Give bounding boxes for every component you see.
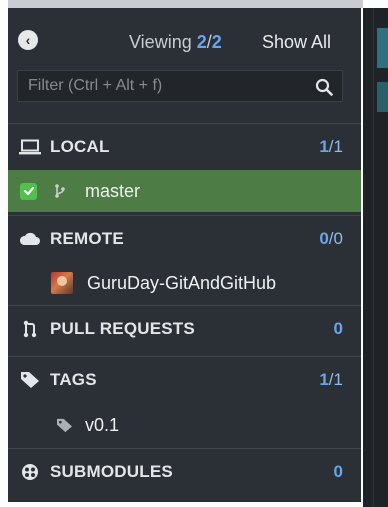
section-title: PULL REQUESTS — [50, 319, 195, 338]
chevron-left-icon: ‹ — [25, 32, 31, 48]
section-submodules-header[interactable]: SUBMODULES 0 — [8, 448, 361, 495]
search-icon[interactable] — [315, 78, 333, 96]
count-value: 1 — [319, 370, 329, 389]
section-tags-header[interactable]: TAGS 1/1 — [8, 356, 361, 403]
section-count: 0 — [333, 462, 343, 481]
graph-accent-bar — [377, 82, 388, 112]
filter-input[interactable] — [18, 71, 318, 101]
graph-accent-bar — [377, 28, 388, 68]
graph-area — [363, 8, 388, 507]
tag-row[interactable]: v0.1 — [8, 404, 361, 446]
count-total: 0 — [333, 229, 343, 248]
checkout-check-icon — [20, 182, 37, 200]
graph-divider — [373, 8, 374, 507]
submodule-icon — [19, 462, 41, 482]
section-remote-header[interactable]: REMOTE 0/0 — [8, 215, 361, 262]
viewing-total: 2 — [211, 32, 222, 52]
count-total: 1 — [333, 137, 343, 156]
branch-row-master[interactable]: master — [8, 170, 361, 212]
viewing-count: 2 — [196, 32, 207, 52]
filter-box — [17, 70, 343, 102]
section-title: LOCAL — [50, 137, 110, 156]
window-top-edge — [8, 0, 363, 8]
count-total: 1 — [333, 370, 343, 389]
section-local-header[interactable]: LOCAL 1/1 — [8, 123, 361, 170]
viewing-counter: Viewing 2/2 — [129, 32, 222, 53]
viewing-header: ‹ Viewing 2/2 Show All — [8, 8, 361, 66]
remote-avatar — [51, 272, 73, 294]
tag-icon — [19, 370, 41, 390]
section-count: 1/1 — [319, 137, 343, 157]
section-count: 0 — [333, 319, 343, 338]
tag-name: v0.1 — [85, 414, 120, 435]
count-value: 0 — [319, 229, 329, 248]
viewing-label: Viewing — [129, 32, 192, 52]
section-pull-requests-header[interactable]: PULL REQUESTS 0 — [8, 305, 361, 352]
remote-name: GuruDay-GitAndGitHub — [87, 272, 277, 293]
remote-row[interactable]: GuruDay-GitAndGitHub — [8, 262, 361, 304]
section-title: TAGS — [50, 370, 97, 389]
show-all-button[interactable]: Show All — [262, 32, 331, 53]
tag-icon — [57, 418, 72, 432]
pull-request-icon — [19, 319, 41, 339]
cloud-icon — [19, 229, 41, 249]
branch-icon — [55, 184, 65, 198]
collapse-panel-button[interactable]: ‹ — [18, 30, 38, 50]
section-title: REMOTE — [50, 229, 124, 248]
left-panel: ‹ Viewing 2/2 Show All LOCAL 1/1 — [8, 8, 361, 502]
branch-name: master — [85, 180, 141, 201]
section-title: SUBMODULES — [50, 462, 173, 481]
section-count: 1/1 — [319, 370, 343, 390]
laptop-icon — [19, 137, 41, 157]
section-count: 0/0 — [319, 229, 343, 249]
count-value: 1 — [319, 137, 329, 156]
